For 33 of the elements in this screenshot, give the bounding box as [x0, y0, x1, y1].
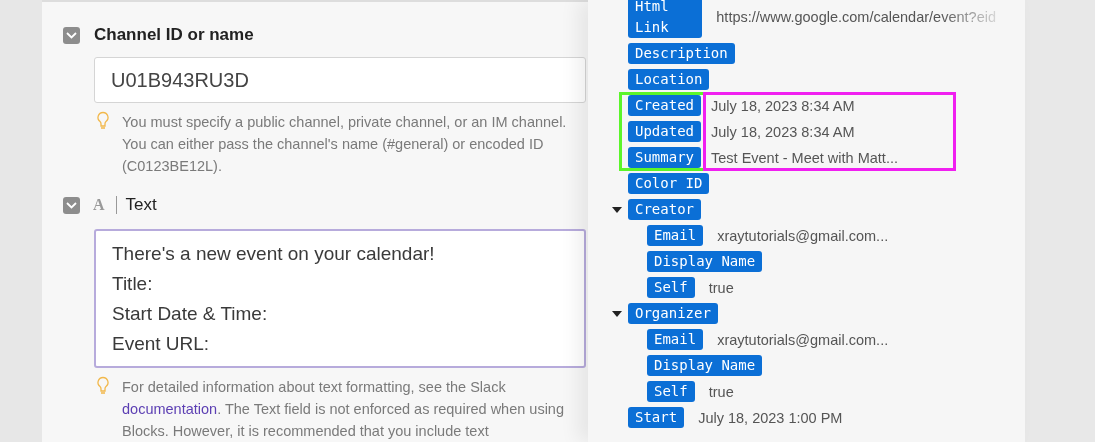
field-value: xraytutorials@gmail.com... [717, 227, 889, 244]
field-tag[interactable]: Creator [628, 199, 701, 220]
field-value: July 18, 2023 1:00 PM [698, 409, 843, 426]
hint-text: You must specify a public channel, private channel, or an IM channel. You can either pass the channel's name (#general) or encoded ID (C0123BE12L). [122, 113, 568, 176]
field-tag[interactable]: Description [628, 43, 735, 64]
field-tag[interactable]: Email [647, 225, 704, 246]
field-tag[interactable]: Summary [628, 147, 701, 168]
field-tag[interactable]: Display Name [647, 251, 763, 272]
hint-text: For detailed information about text formatting, see the Slack documentation. The Text field is not enforced as required when using Blocks. However, it is recommended that you include text [122, 378, 565, 441]
input-field[interactable]: U01B943RU3D [94, 57, 586, 103]
field-tag[interactable]: Email [647, 329, 704, 350]
field-tag[interactable]: Start [628, 407, 685, 428]
field-tag[interactable]: Self [647, 277, 695, 298]
type-icon: A [93, 196, 105, 214]
field-value: https://www.google.com/calendar/event?eid [716, 9, 996, 25]
field-value: July 18, 2023 8:34 AM [711, 123, 856, 140]
field-value: true [708, 383, 734, 400]
field-tag[interactable]: Location [628, 69, 710, 90]
field-label: Text [125, 195, 157, 215]
field-label: Channel ID or name [94, 25, 254, 45]
field-value: true [708, 279, 734, 296]
field-value: Test Event - Meet with Matt... [711, 149, 899, 166]
field-value: xraytutorials@gmail.com... [717, 331, 889, 348]
documentation-link[interactable]: documentation [122, 401, 218, 417]
field-tag[interactable]: Updated [628, 121, 701, 142]
field-tag[interactable]: Color ID [628, 173, 710, 194]
text-field[interactable]: There's a new event on your calendar! Title: Start Date & Time: Event URL: [94, 229, 586, 368]
field-tag[interactable]: Self [647, 381, 695, 402]
field-tag[interactable]: Html Link [628, 0, 703, 38]
field-tag[interactable]: Organizer [628, 303, 718, 324]
field-tag[interactable]: Display Name [647, 355, 763, 376]
field-tag[interactable]: Created [628, 95, 701, 116]
field-value: July 18, 2023 8:34 AM [711, 97, 856, 114]
